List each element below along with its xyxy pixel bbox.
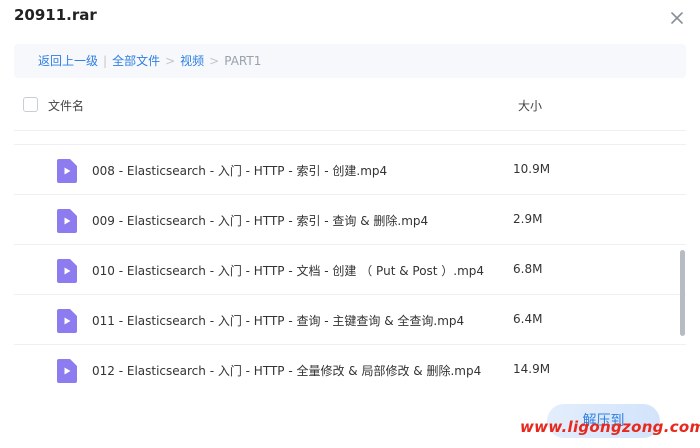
title-bar: 20911.rar bbox=[0, 0, 700, 40]
video-file-icon bbox=[57, 359, 77, 383]
file-row[interactable]: 012 - Elasticsearch - 入门 - HTTP - 全量修改 &… bbox=[14, 344, 686, 394]
file-size: 6.4M bbox=[513, 312, 543, 326]
scrollbar-thumb[interactable] bbox=[680, 250, 685, 336]
archive-title: 20911.rar bbox=[14, 6, 97, 24]
file-name: 011 - Elasticsearch - 入门 - HTTP - 查询 - 主… bbox=[92, 314, 465, 328]
video-file-icon bbox=[57, 309, 77, 333]
file-name: 012 - Elasticsearch - 入门 - HTTP - 全量修改 &… bbox=[92, 364, 482, 378]
breadcrumb-current: PART1 bbox=[224, 54, 262, 68]
file-row[interactable]: 010 - Elasticsearch - 入门 - HTTP - 文档 - 创… bbox=[14, 244, 686, 294]
breadcrumb-separator: > bbox=[165, 54, 176, 68]
file-name: 010 - Elasticsearch - 入门 - HTTP - 文档 - 创… bbox=[92, 264, 485, 278]
file-row[interactable]: 009 - Elasticsearch - 入门 - HTTP - 索引 - 查… bbox=[14, 194, 686, 244]
select-all-checkbox[interactable] bbox=[23, 97, 38, 112]
column-header-name: 文件名 bbox=[48, 99, 85, 113]
file-size: 10.9M bbox=[513, 162, 551, 176]
file-size: 14.9M bbox=[513, 362, 551, 376]
file-list: 008 - Elasticsearch - 入门 - HTTP - 索引 - 创… bbox=[14, 144, 686, 394]
file-size: 6.8M bbox=[513, 262, 543, 276]
video-file-icon bbox=[57, 259, 77, 283]
file-size: 2.9M bbox=[513, 212, 543, 226]
file-name: 009 - Elasticsearch - 入门 - HTTP - 索引 - 查… bbox=[92, 214, 429, 228]
video-file-icon bbox=[57, 159, 77, 183]
file-row[interactable]: 008 - Elasticsearch - 入门 - HTTP - 索引 - 创… bbox=[14, 144, 686, 194]
header-divider bbox=[14, 130, 686, 131]
breadcrumb-divider: | bbox=[103, 54, 108, 68]
table-header: 文件名 大小 bbox=[14, 82, 686, 128]
file-row[interactable]: 011 - Elasticsearch - 入门 - HTTP - 查询 - 主… bbox=[14, 294, 686, 344]
close-icon[interactable] bbox=[666, 7, 688, 29]
column-header-size: 大小 bbox=[518, 99, 543, 113]
breadcrumb-all-files[interactable]: 全部文件 bbox=[112, 54, 160, 68]
breadcrumb: 返回上一级 | 全部文件 > 视频 > PART1 bbox=[14, 44, 686, 78]
video-file-icon bbox=[57, 209, 77, 233]
breadcrumb-folder[interactable]: 视频 bbox=[180, 54, 204, 68]
site-watermark: www.ligongzong.com bbox=[520, 418, 700, 436]
back-link[interactable]: 返回上一级 bbox=[38, 54, 98, 68]
file-name: 008 - Elasticsearch - 入门 - HTTP - 索引 - 创… bbox=[92, 164, 388, 178]
breadcrumb-separator: > bbox=[209, 54, 220, 68]
